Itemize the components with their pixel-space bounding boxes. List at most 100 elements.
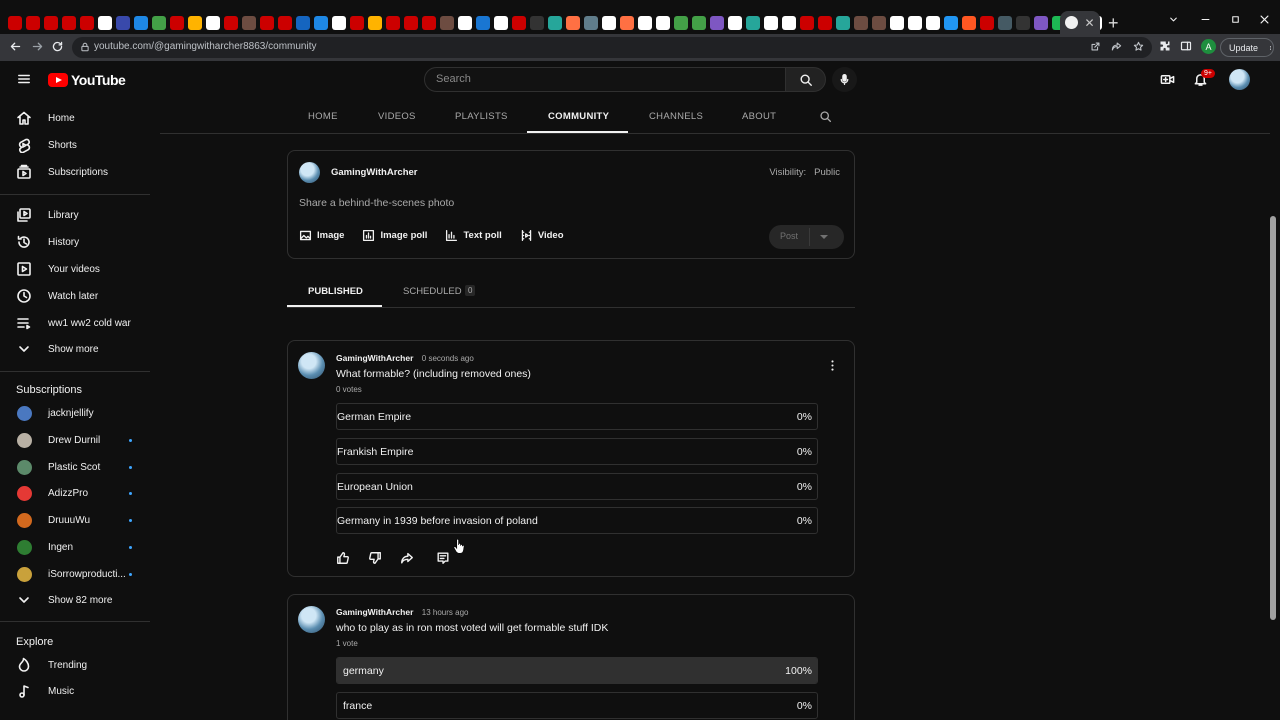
tab-favicon[interactable] xyxy=(620,16,634,30)
tab-favicon[interactable] xyxy=(998,16,1012,30)
visibility-selector[interactable]: Visibility: Public xyxy=(769,167,840,178)
restore-icon[interactable] xyxy=(1230,14,1241,25)
tab-favicon[interactable] xyxy=(818,16,832,30)
subscription-item[interactable]: Plastic Scot xyxy=(0,455,150,479)
tab-favicon[interactable] xyxy=(44,16,58,30)
minimize-icon[interactable] xyxy=(1200,14,1211,25)
sidebar-item-music[interactable]: Music xyxy=(0,679,150,703)
tab-favicon[interactable] xyxy=(944,16,958,30)
tab-favicon[interactable] xyxy=(26,16,40,30)
tab-favicon[interactable] xyxy=(152,16,166,30)
tab-favicon[interactable] xyxy=(314,16,328,30)
tab-favicon[interactable] xyxy=(8,16,22,30)
tab-favicon[interactable] xyxy=(512,16,526,30)
tab-favicon[interactable] xyxy=(170,16,184,30)
poll-option[interactable]: germany 100% xyxy=(336,657,818,684)
search-input[interactable] xyxy=(436,73,766,85)
tab-favicon[interactable] xyxy=(404,16,418,30)
tab-playlists[interactable]: PLAYLISTS xyxy=(455,111,508,122)
poll-option[interactable]: German Empire 0% xyxy=(336,403,818,430)
search-button[interactable] xyxy=(785,67,826,92)
hamburger-menu-icon[interactable] xyxy=(17,72,31,86)
side-panel-icon[interactable] xyxy=(1180,40,1192,52)
sidebar-item-home[interactable]: Home xyxy=(0,106,150,130)
tab-favicon[interactable] xyxy=(98,16,112,30)
poll-option[interactable]: Frankish Empire 0% xyxy=(336,438,818,465)
tab-favicon[interactable] xyxy=(440,16,454,30)
tab-favicon[interactable] xyxy=(368,16,382,30)
youtube-logo[interactable]: YouTube xyxy=(48,72,126,88)
tab-favicon[interactable] xyxy=(1034,16,1048,30)
tab-favicon[interactable] xyxy=(206,16,220,30)
author-avatar[interactable] xyxy=(298,606,325,633)
tab-favicon[interactable] xyxy=(422,16,436,30)
tab-close-icon[interactable]: ✕ xyxy=(1084,16,1094,30)
tab-favicon[interactable] xyxy=(584,16,598,30)
sidebar-item-history[interactable]: History xyxy=(0,230,150,254)
page-scrollbar[interactable] xyxy=(1270,216,1276,620)
active-tab[interactable]: ✕ xyxy=(1060,11,1100,34)
tab-community[interactable]: COMMUNITY xyxy=(548,111,609,122)
back-icon[interactable] xyxy=(9,40,22,53)
sidebar-show-more-subscriptions[interactable]: Show 82 more xyxy=(0,588,150,612)
sidebar-item-library[interactable]: Library xyxy=(0,203,150,227)
video-post-button[interactable]: Video xyxy=(520,229,564,242)
sidebar-item-trending[interactable]: Trending xyxy=(0,653,150,677)
poll-option[interactable]: European Union 0% xyxy=(336,473,818,500)
tab-favicon[interactable] xyxy=(854,16,868,30)
tab-favicon[interactable] xyxy=(458,16,472,30)
tab-favicon[interactable] xyxy=(728,16,742,30)
tab-favicon[interactable] xyxy=(980,16,994,30)
poll-option[interactable]: france 0% xyxy=(336,692,818,719)
create-video-icon[interactable] xyxy=(1160,72,1175,87)
update-button[interactable]: Update xyxy=(1220,38,1274,57)
search-box[interactable] xyxy=(424,67,786,92)
extensions-icon[interactable] xyxy=(1159,40,1171,52)
tab-favicon[interactable] xyxy=(566,16,580,30)
tab-favicon[interactable] xyxy=(674,16,688,30)
subscription-item[interactable]: Drew Durnil xyxy=(0,428,150,452)
open-in-app-icon[interactable] xyxy=(1090,41,1101,52)
tab-favicon[interactable] xyxy=(476,16,490,30)
address-bar[interactable]: youtube.com/@gamingwitharcher8863/commun… xyxy=(72,37,1152,58)
post-time[interactable]: 0 seconds ago xyxy=(422,354,474,363)
post-author[interactable]: GamingWithArcher xyxy=(336,607,413,617)
browser-profile-avatar[interactable]: A xyxy=(1201,39,1216,54)
tab-favicon[interactable] xyxy=(386,16,400,30)
reload-icon[interactable] xyxy=(51,40,64,53)
new-tab-button[interactable]: + xyxy=(1108,13,1119,34)
tab-favicon[interactable] xyxy=(890,16,904,30)
tab-favicon[interactable] xyxy=(656,16,670,30)
share-icon[interactable] xyxy=(1111,41,1122,52)
tab-favicon[interactable] xyxy=(800,16,814,30)
caret-down-icon[interactable] xyxy=(820,235,828,239)
tab-favicon[interactable] xyxy=(494,16,508,30)
tab-favicon[interactable] xyxy=(530,16,544,30)
tab-favicon[interactable] xyxy=(278,16,292,30)
subscription-item[interactable]: AdizzPro xyxy=(0,481,150,505)
tab-favicon[interactable] xyxy=(332,16,346,30)
tab-favicon[interactable] xyxy=(134,16,148,30)
tab-favicon[interactable] xyxy=(638,16,652,30)
tab-favicon[interactable] xyxy=(296,16,310,30)
tab-videos[interactable]: VIDEOS xyxy=(378,111,416,122)
tab-favicon[interactable] xyxy=(872,16,886,30)
user-avatar[interactable] xyxy=(1229,69,1250,90)
tab-favicon[interactable] xyxy=(746,16,760,30)
sidebar-item-playlist[interactable]: ww1 ww2 cold war xyxy=(0,311,150,335)
forward-icon[interactable] xyxy=(31,40,44,53)
post-author[interactable]: GamingWithArcher xyxy=(336,353,413,363)
tab-favicon[interactable] xyxy=(548,16,562,30)
tab-favicon[interactable] xyxy=(350,16,364,30)
tab-favicon[interactable] xyxy=(926,16,940,30)
tab-about[interactable]: ABOUT xyxy=(742,111,776,122)
poll-option[interactable]: Germany in 1939 before invasion of polan… xyxy=(336,507,818,534)
sidebar-item-subscriptions[interactable]: Subscriptions xyxy=(0,160,150,184)
tab-favicon[interactable] xyxy=(962,16,976,30)
dislike-icon[interactable] xyxy=(368,551,382,565)
comments-icon[interactable] xyxy=(436,551,450,565)
tab-favicon[interactable] xyxy=(1016,16,1030,30)
channel-search-icon[interactable] xyxy=(819,110,832,123)
tab-favicon[interactable] xyxy=(62,16,76,30)
voice-search-button[interactable] xyxy=(832,67,857,92)
